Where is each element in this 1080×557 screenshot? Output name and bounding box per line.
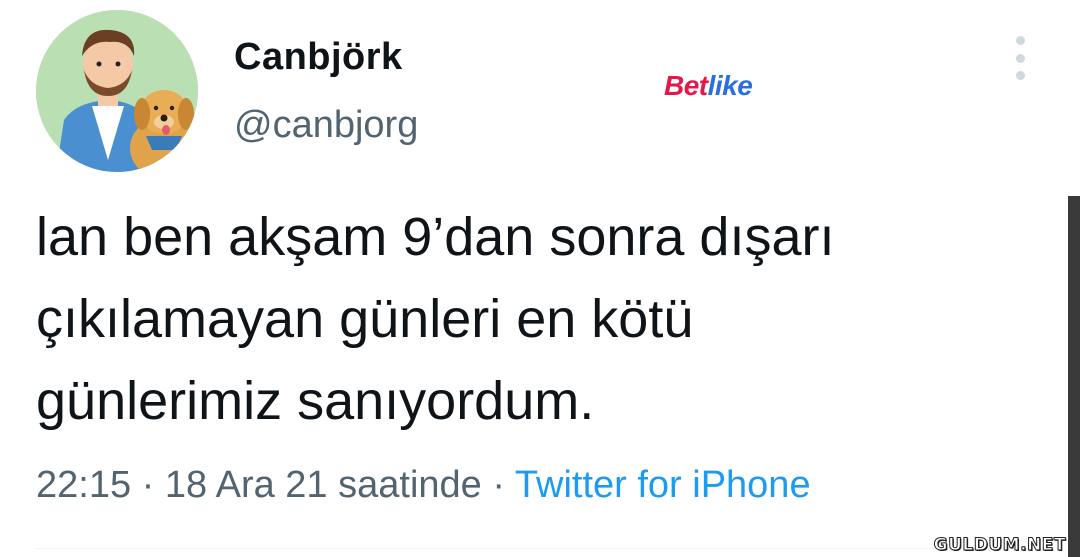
more-vertical-icon[interactable] — [1010, 36, 1030, 80]
user-handle[interactable]: @canbjorg — [234, 104, 418, 147]
tweet-meta: 22:15 · 18 Ara 21 saatinde · Twitter for… — [36, 464, 811, 507]
tweet-source-link[interactable]: Twitter for iPhone — [515, 464, 811, 506]
meta-separator: · — [131, 464, 165, 506]
divider — [36, 548, 1044, 549]
avatar[interactable] — [36, 10, 198, 172]
tweet-text: lan ben akşam 9’dan sonra dışarı çıkılam… — [36, 207, 835, 431]
betlike-watermark-logo: Betlike — [664, 70, 753, 101]
avatar-illustration — [36, 10, 198, 172]
scrollbar-edge — [1068, 196, 1080, 557]
tweet-date[interactable]: 18 Ara 21 saatinde — [165, 464, 482, 506]
tweet-time[interactable]: 22:15 — [36, 464, 131, 506]
meta-separator: · — [481, 464, 515, 506]
display-name[interactable]: Canbjörk — [234, 36, 403, 79]
site-watermark: GULDUM.NET — [933, 535, 1066, 556]
